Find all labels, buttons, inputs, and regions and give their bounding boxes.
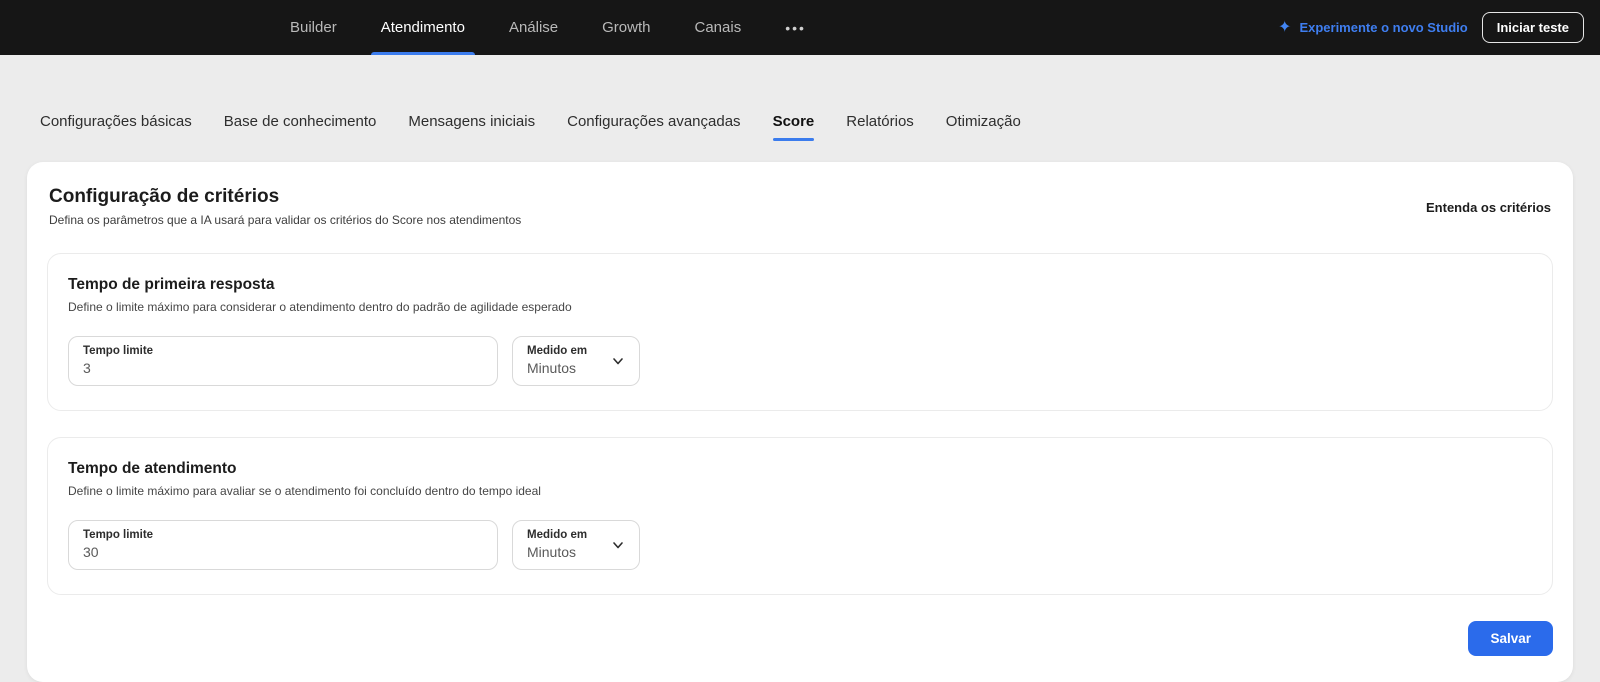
measured-in-value: Minutos xyxy=(527,544,587,560)
chevron-down-icon xyxy=(611,354,625,368)
criteria-configuration-card: Configuração de critérios Defina os parâ… xyxy=(27,162,1573,682)
section-title: Tempo de primeira resposta xyxy=(68,276,1532,294)
start-test-button[interactable]: Iniciar teste xyxy=(1482,12,1584,43)
tab-score[interactable]: Score xyxy=(773,113,815,132)
new-studio-link-label: Experimente o novo Studio xyxy=(1299,20,1467,35)
new-studio-link[interactable]: ✦ Experimente o novo Studio xyxy=(1278,20,1468,36)
nav-item-builder[interactable]: Builder xyxy=(290,0,337,55)
section-first-response-time: Tempo de primeira resposta Define o limi… xyxy=(47,253,1553,411)
tab-relatorios[interactable]: Relatórios xyxy=(846,113,914,132)
page-subtitle: Defina os parâmetros que a IA usará para… xyxy=(49,213,521,227)
card-header: Configuração de critérios Defina os parâ… xyxy=(47,186,1553,227)
measured-in-label: Medido em xyxy=(527,345,587,357)
time-limit-label: Tempo limite xyxy=(83,529,483,541)
tab-mensagens-iniciais[interactable]: Mensagens iniciais xyxy=(408,113,535,132)
nav-item-growth[interactable]: Growth xyxy=(602,0,650,55)
time-limit-label: Tempo limite xyxy=(83,345,483,357)
measured-in-select[interactable]: Medido em Minutos xyxy=(512,336,640,386)
measured-in-select[interactable]: Medido em Minutos xyxy=(512,520,640,570)
section-description: Define o limite máximo para considerar o… xyxy=(68,300,1532,314)
save-button[interactable]: Salvar xyxy=(1468,621,1553,656)
section-service-time: Tempo de atendimento Define o limite máx… xyxy=(47,437,1553,595)
section-fields: Tempo limite Medido em Minutos xyxy=(68,336,1532,386)
primary-nav: Builder Atendimento Análise Growth Canai… xyxy=(290,0,806,55)
time-limit-input[interactable] xyxy=(83,360,483,376)
understand-criteria-link[interactable]: Entenda os critérios xyxy=(1426,200,1551,215)
topbar-right-group: ✦ Experimente o novo Studio Iniciar test… xyxy=(1278,12,1584,43)
measured-in-texts: Medido em Minutos xyxy=(527,345,587,376)
nav-item-analise[interactable]: Análise xyxy=(509,0,558,55)
time-limit-field[interactable]: Tempo limite xyxy=(68,336,498,386)
card-footer: Salvar xyxy=(47,621,1553,656)
measured-in-texts: Medido em Minutos xyxy=(527,529,587,560)
measured-in-value: Minutos xyxy=(527,360,587,376)
chevron-down-icon xyxy=(611,538,625,552)
section-fields: Tempo limite Medido em Minutos xyxy=(68,520,1532,570)
tab-base-de-conhecimento[interactable]: Base de conhecimento xyxy=(224,113,377,132)
section-title: Tempo de atendimento xyxy=(68,460,1532,478)
page-title: Configuração de critérios xyxy=(49,186,521,208)
top-navigation-bar: Builder Atendimento Análise Growth Canai… xyxy=(0,0,1600,55)
measured-in-label: Medido em xyxy=(527,529,587,541)
nav-item-canais[interactable]: Canais xyxy=(695,0,742,55)
nav-item-atendimento[interactable]: Atendimento xyxy=(381,0,465,55)
settings-tab-bar: Configurações básicas Base de conhecimen… xyxy=(0,113,1600,132)
nav-more-button[interactable]: ••• xyxy=(785,0,806,55)
sparkle-icon: ✦ xyxy=(1278,20,1291,36)
tab-otimizacao[interactable]: Otimização xyxy=(946,113,1021,132)
time-limit-input[interactable] xyxy=(83,544,483,560)
tab-configuracoes-basicas[interactable]: Configurações básicas xyxy=(40,113,192,132)
section-description: Define o limite máximo para avaliar se o… xyxy=(68,484,1532,498)
tab-configuracoes-avancadas[interactable]: Configurações avançadas xyxy=(567,113,740,132)
time-limit-field[interactable]: Tempo limite xyxy=(68,520,498,570)
card-header-text: Configuração de critérios Defina os parâ… xyxy=(49,186,521,227)
